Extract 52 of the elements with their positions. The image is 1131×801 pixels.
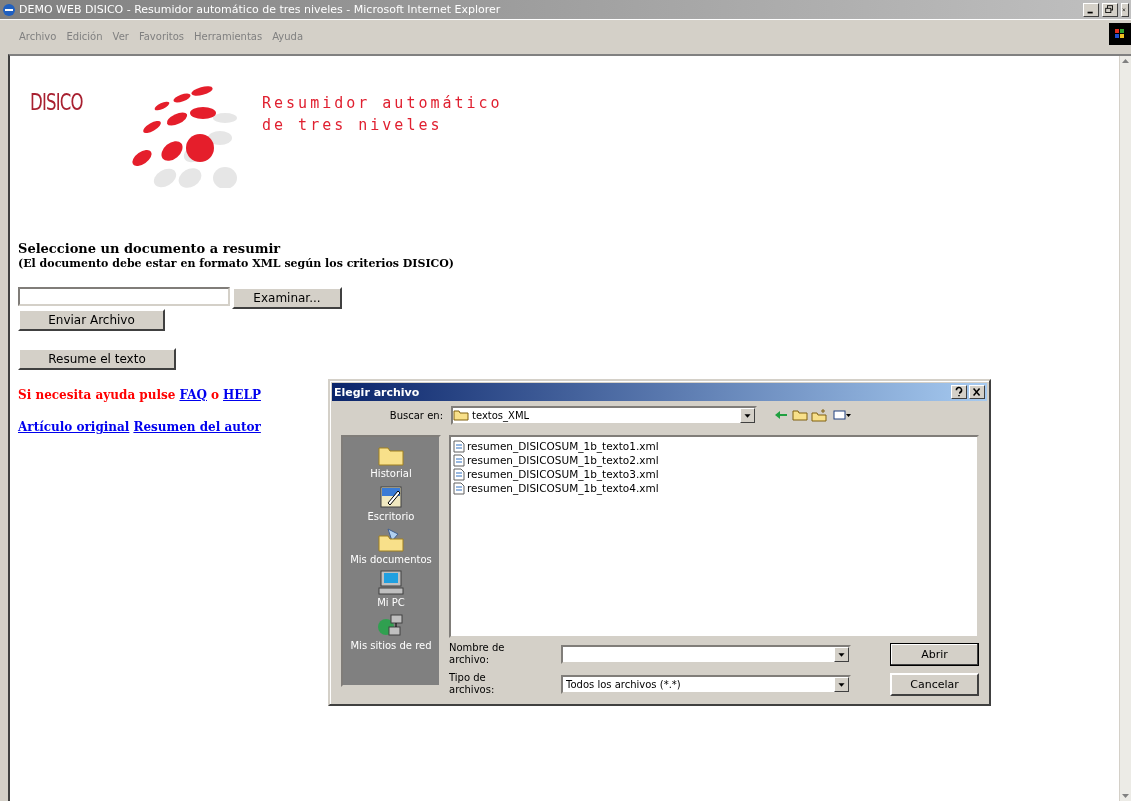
view-menu-icon[interactable] bbox=[830, 408, 852, 422]
file-item[interactable]: resumen_DISICOSUM_1b_texto2.xml bbox=[467, 454, 659, 466]
form-note: (El documento debe estar en formato XML según los criterios DISICO) bbox=[18, 257, 456, 270]
form-heading: Seleccione un documento a resumir bbox=[18, 241, 282, 256]
window-title: DEMO WEB DISICO - Resumidor automático de tres niveles - Microsoft Internet Explorer bbox=[19, 3, 502, 16]
file-name-label: Nombre de archivo: bbox=[449, 642, 506, 666]
file-name-field[interactable] bbox=[561, 644, 851, 664]
summarize-button[interactable]: Resume el texto bbox=[18, 348, 176, 370]
faq-link[interactable]: FAQ bbox=[179, 388, 207, 402]
file-type-dropdown[interactable]: Todos los archivos (*.*) bbox=[561, 674, 851, 694]
document-link[interactable]: Artículo original bbox=[18, 420, 130, 434]
logo-title: de tres niveles bbox=[262, 115, 444, 136]
minimize-icon[interactable] bbox=[1083, 2, 1099, 17]
close-icon[interactable] bbox=[1121, 2, 1129, 17]
or-text: o bbox=[211, 388, 219, 402]
new-folder-icon[interactable] bbox=[811, 408, 827, 422]
file-icon bbox=[453, 453, 465, 467]
browse-button[interactable]: Examinar... bbox=[232, 287, 342, 309]
file-item[interactable]: resumen_DISICOSUM_1b_texto3.xml bbox=[467, 468, 659, 480]
file-item[interactable]: resumen_DISICOSUM_1b_texto4.xml bbox=[467, 482, 659, 494]
file-icon bbox=[453, 467, 465, 481]
look-in-label: Buscar en: bbox=[388, 409, 444, 421]
brand-name: DISICO bbox=[30, 89, 83, 115]
computer-icon bbox=[376, 569, 406, 597]
file-type-label: Tipo de archivos: bbox=[449, 672, 496, 696]
place-item[interactable]: Escritorio bbox=[367, 511, 415, 522]
cancel-button[interactable]: Cancelar bbox=[890, 672, 979, 696]
help-link[interactable]: HELP bbox=[223, 388, 261, 402]
folder-icon bbox=[376, 526, 406, 554]
logo-title: Resumidor automático bbox=[262, 93, 503, 114]
document-link[interactable]: Resumen del autor bbox=[133, 420, 261, 434]
place-item[interactable]: Mis documentos bbox=[350, 554, 432, 565]
place-item[interactable]: Historial bbox=[370, 468, 412, 479]
file-item[interactable]: resumen_DISICOSUM_1b_texto1.xml bbox=[467, 440, 659, 452]
back-arrow-icon[interactable] bbox=[773, 408, 789, 422]
file-icon bbox=[453, 481, 465, 495]
windows-logo-icon bbox=[1109, 23, 1131, 45]
place-item[interactable]: Mis sitios de red bbox=[350, 640, 432, 651]
place-item[interactable]: Mi PC bbox=[377, 597, 405, 608]
file-icon bbox=[453, 439, 465, 453]
folder-icon bbox=[453, 409, 469, 421]
restore-icon[interactable] bbox=[1102, 2, 1118, 17]
help-icon[interactable] bbox=[951, 385, 967, 399]
help-text: Si necesita ayuda pulse bbox=[18, 388, 176, 402]
send-file-button[interactable]: Enviar Archivo bbox=[18, 309, 165, 331]
look-in-dropdown[interactable]: textos_XML bbox=[451, 405, 757, 425]
dialog-title: Elegir archivo bbox=[334, 385, 421, 399]
file-path-field[interactable] bbox=[18, 287, 230, 306]
scrollbar[interactable] bbox=[1119, 56, 1131, 801]
open-button[interactable]: Abrir bbox=[890, 642, 979, 666]
up-folder-icon[interactable] bbox=[792, 408, 808, 422]
close-icon[interactable] bbox=[969, 385, 985, 399]
